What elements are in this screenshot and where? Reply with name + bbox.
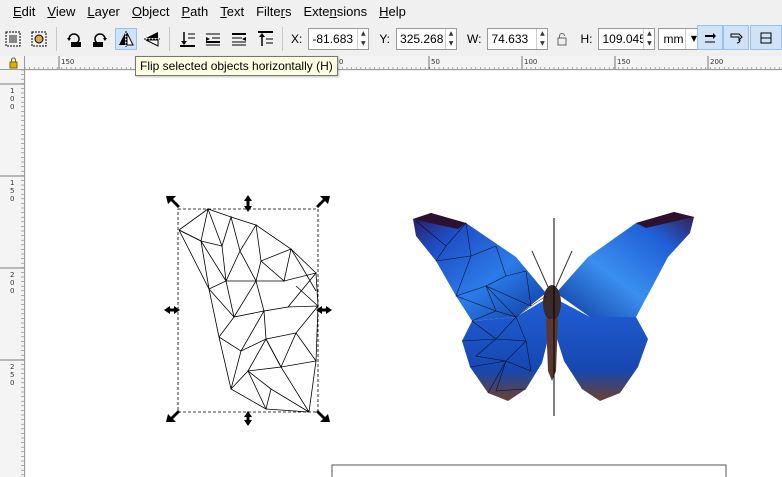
ruler-label: 150 (617, 58, 630, 66)
x-spin-arrows[interactable]: ▲ ▼ (357, 28, 368, 49)
y-label: Y: (379, 31, 391, 46)
height-input[interactable]: 109.045 ▲ ▼ (598, 27, 656, 50)
scale-stroke-icon[interactable] (697, 25, 723, 50)
vertical-ruler[interactable]: 100150200250 (0, 70, 25, 477)
h-label: H: (580, 31, 593, 46)
height-control: H: 109.045 ▲ ▼ (580, 27, 656, 50)
spin-down-icon[interactable]: ▼ (446, 39, 456, 49)
toolbar-separator (56, 26, 57, 51)
ruler-label: 0 (10, 95, 14, 103)
butterfly-image[interactable] (413, 212, 694, 416)
lock-icon[interactable] (554, 31, 570, 47)
ruler-label: 0 (10, 279, 14, 287)
ruler-label: 2 (10, 271, 14, 279)
y-coordinate-control: Y: 325.268 ▲ ▼ (379, 27, 458, 50)
ruler-label: 150 (61, 58, 74, 66)
x-coordinate-control: X: -81.683 ▲ ▼ (291, 27, 370, 50)
spin-up-icon[interactable]: ▲ (537, 29, 547, 39)
vertical-ruler-ticks: 100150200250 (0, 70, 24, 476)
y-spin-arrows[interactable]: ▲ ▼ (445, 28, 456, 49)
tool-controls-bar: X: -81.683 ▲ ▼ Y: 325.268 ▲ ▼ W: 74.633 ▲ ▼… (0, 22, 782, 55)
menu-item-layer[interactable]: Layer (81, 0, 126, 22)
y-input[interactable]: 325.268 ▲ ▼ (396, 27, 458, 50)
ruler-label: 0 (10, 195, 14, 203)
menu-item-filters[interactable]: Filters (250, 0, 297, 22)
width-control: W: 74.633 ▲ ▼ (467, 27, 549, 50)
lower-to-bottom-icon[interactable] (176, 28, 198, 50)
rotate-ccw-icon[interactable] (63, 28, 85, 50)
lower-icon[interactable] (202, 28, 224, 50)
scale-corners-icon[interactable] (723, 25, 749, 50)
select-all-in-all-layers-icon[interactable] (28, 28, 50, 50)
ruler-label: 5 (10, 187, 14, 195)
raise-to-top-icon[interactable] (254, 28, 276, 50)
h-spin-arrows[interactable]: ▲ ▼ (643, 28, 654, 49)
resize-handle-bottom[interactable] (244, 411, 252, 426)
ruler-label: 1 (10, 87, 14, 95)
unit-select[interactable]: mm ▼ (658, 27, 703, 50)
menu-item-path[interactable]: Path (175, 0, 214, 22)
page-border (331, 464, 727, 477)
menu-item-extensions[interactable]: Extensions (297, 0, 373, 22)
spin-up-icon[interactable]: ▲ (446, 29, 456, 39)
ruler-label: 0 (10, 287, 14, 295)
ruler-label: 0 (10, 103, 14, 111)
toolbar-separator (169, 26, 170, 51)
menu-item-text[interactable]: Text (214, 0, 250, 22)
spin-down-icon[interactable]: ▼ (537, 39, 547, 49)
w-label: W: (467, 31, 482, 46)
ruler-label: 50 (431, 58, 440, 66)
selection-bounding-box (177, 208, 319, 413)
menu-item-help[interactable]: Help (373, 0, 412, 22)
menu-item-view[interactable]: View (41, 0, 81, 22)
y-value[interactable]: 325.268 (397, 29, 445, 49)
unit-value[interactable]: mm (659, 32, 685, 46)
spin-up-icon[interactable]: ▲ (644, 29, 654, 39)
h-value[interactable]: 109.045 (599, 29, 643, 49)
ruler-label: 5 (10, 371, 14, 379)
spin-down-icon[interactable]: ▼ (644, 39, 654, 49)
ruler-label: 100 (524, 58, 537, 66)
resize-handle-right[interactable] (316, 306, 332, 314)
spin-up-icon[interactable]: ▲ (358, 29, 368, 39)
spin-down-icon[interactable]: ▼ (358, 39, 368, 49)
triangulated-wing-path[interactable] (178, 207, 319, 413)
toolbar-separator (282, 26, 283, 51)
canvas-drawing (164, 195, 727, 477)
select-all-icon[interactable] (2, 28, 24, 50)
raise-icon[interactable] (228, 28, 250, 50)
x-value[interactable]: -81.683 (309, 29, 357, 49)
resize-handle-bottom-right[interactable] (316, 410, 330, 422)
drawing-canvas[interactable] (26, 71, 782, 477)
lock-guides-icon[interactable] (0, 56, 25, 70)
width-input[interactable]: 74.633 ▲ ▼ (487, 27, 549, 50)
menu-item-edit[interactable]: Edit (0, 0, 41, 22)
move-gradients-icon[interactable] (750, 25, 782, 50)
rotate-cw-icon[interactable] (89, 28, 111, 50)
menu-bar: Edit View Layer Object Path Text Filters Extens… (0, 0, 782, 22)
flip-horizontal-tooltip: Flip selected objects horizontally (H) (135, 56, 338, 76)
flip-vertical-icon[interactable] (141, 28, 163, 50)
x-label: X: (291, 31, 303, 46)
ruler-label: 1 (10, 179, 14, 187)
flip-horizontal-icon[interactable] (115, 27, 137, 50)
ruler-corner (0, 56, 25, 70)
ruler-label: 0 (10, 379, 14, 387)
w-value[interactable]: 74.633 (488, 29, 536, 49)
resize-handle-top-right[interactable] (316, 196, 330, 208)
resize-handle-top[interactable] (244, 195, 252, 212)
x-input[interactable]: -81.683 ▲ ▼ (308, 27, 370, 50)
ruler-label: 2 (10, 363, 14, 371)
resize-handle-bottom-left[interactable] (166, 410, 180, 422)
ruler-label: 0 (339, 58, 343, 66)
selection-handles (164, 195, 332, 426)
menu-item-object[interactable]: Object (126, 0, 176, 22)
ruler-label: 200 (710, 58, 723, 66)
w-spin-arrows[interactable]: ▲ ▼ (536, 28, 547, 49)
resize-handle-top-left[interactable] (166, 196, 180, 208)
